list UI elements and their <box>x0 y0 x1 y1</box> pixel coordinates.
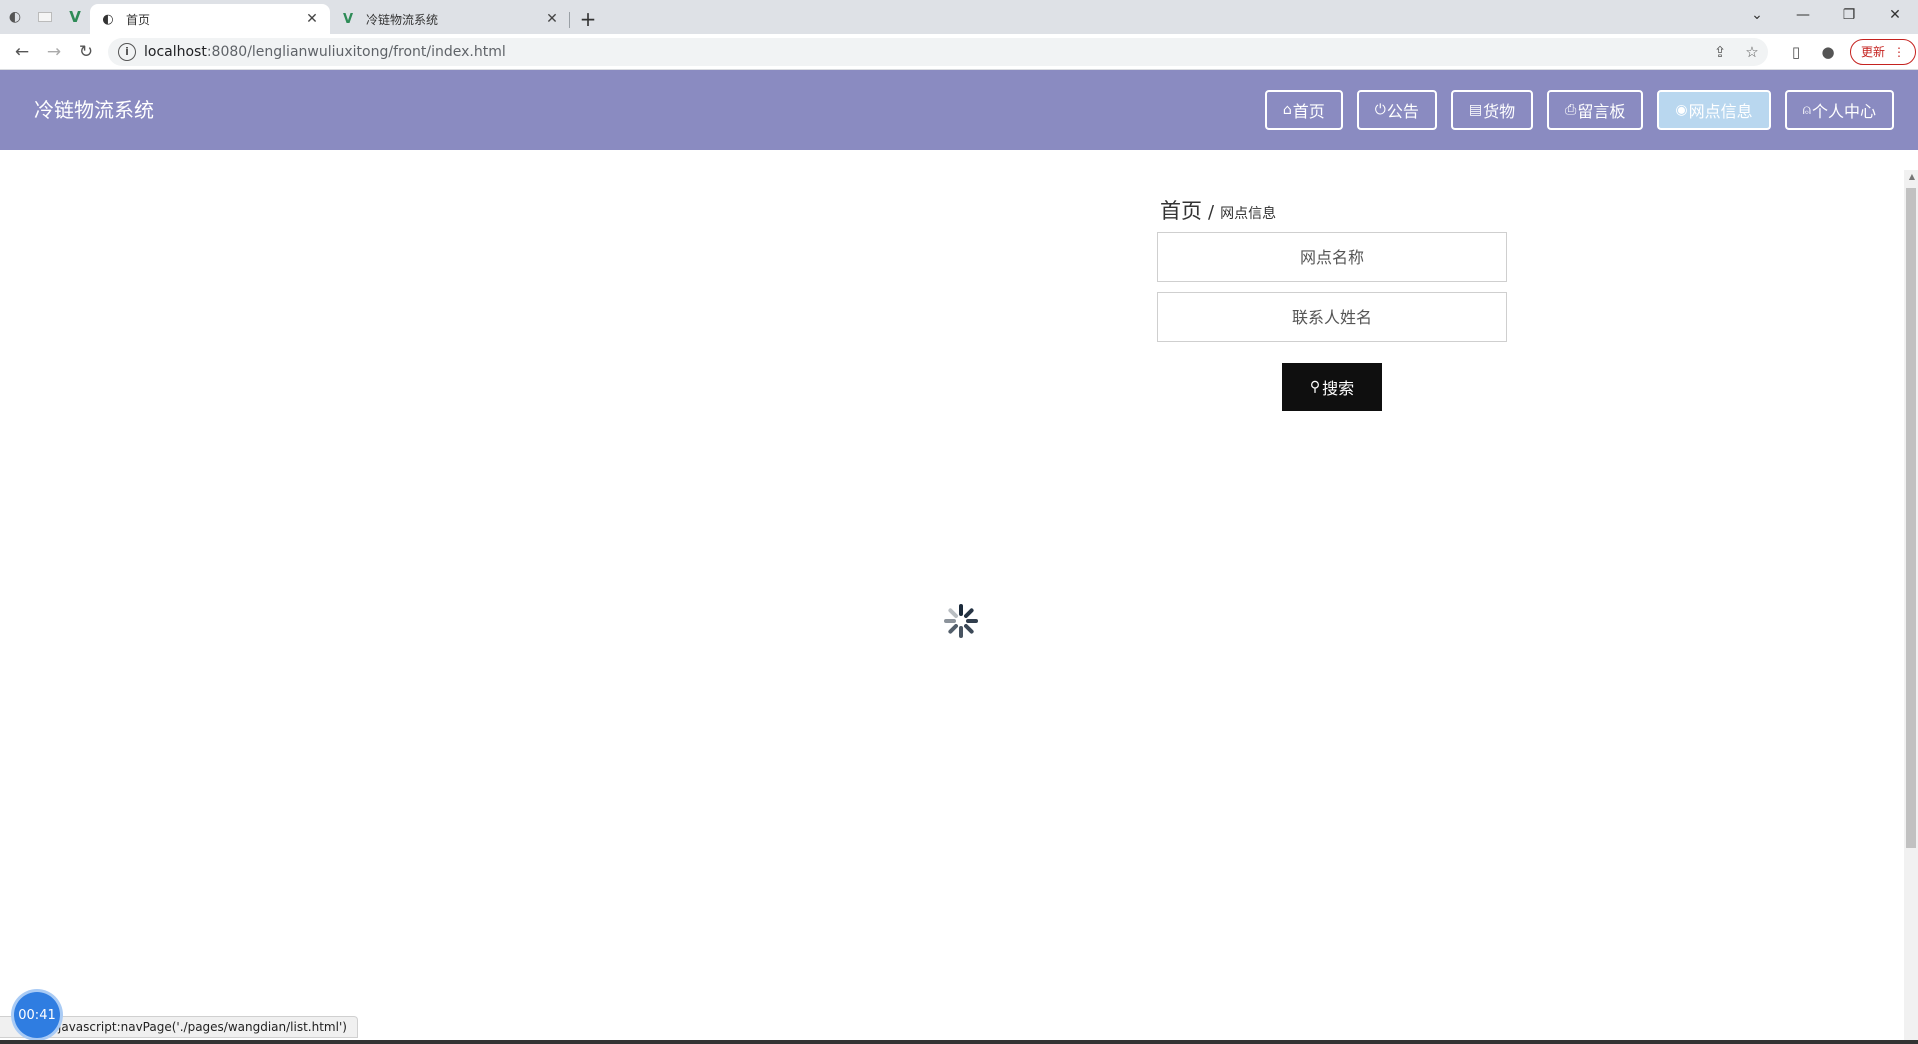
tab-cold-chain[interactable]: V 冷链物流系统 ✕ <box>330 4 570 34</box>
update-button[interactable]: 更新 ⋮ <box>1850 38 1917 65</box>
timer-text: 00:41 <box>18 1007 56 1023</box>
tab-home[interactable]: ◐ 首页 ✕ <box>90 4 330 34</box>
update-label: 更新 <box>1861 45 1886 59</box>
url-bar[interactable]: i localhost:8080/lenglianwuliuxitong/fro… <box>108 37 1768 66</box>
back-button[interactable]: ← <box>6 36 38 68</box>
globe-icon: ◐ <box>8 9 22 25</box>
breadcrumb-home-link[interactable]: 首页 <box>1160 195 1202 225</box>
site-header: 冷链物流系统 ⌂ 首页 ⏻ 公告 ▤ 货物 ⎙ 留言板 ◉ 网点信息 ⍝ 个人中… <box>0 70 1918 150</box>
close-window-icon[interactable]: ✕ <box>1872 0 1918 30</box>
home-icon: ⌂ <box>1282 102 1292 118</box>
close-icon[interactable]: ✕ <box>544 11 560 27</box>
nav-label: 货物 <box>1483 102 1516 121</box>
loading-spinner-icon <box>944 604 978 638</box>
browser-tab-strip: ◐ V ◐ 首页 ✕ V 冷链物流系统 ✕ + ⌄ — ❐ ✕ <box>0 0 1918 34</box>
vue-logo-icon: V <box>69 8 81 26</box>
arrow-left-icon: ← <box>14 41 30 62</box>
taskbar-edge <box>0 1040 1918 1044</box>
main-nav: ⌂ 首页 ⏻ 公告 ▤ 货物 ⎙ 留言板 ◉ 网点信息 ⍝ 个人中心 <box>1264 90 1894 130</box>
reload-icon: ↻ <box>78 41 94 62</box>
share-icon[interactable]: ⇪ <box>1704 43 1736 61</box>
user-icon: ⍝ <box>1802 102 1811 118</box>
nav-home-button[interactable]: ⌂ 首页 <box>1264 90 1343 130</box>
vue-logo-icon: V <box>342 11 354 27</box>
search-button[interactable]: ⚲ 搜索 <box>1282 363 1382 411</box>
pinned-tab-blank[interactable] <box>30 0 60 34</box>
profile-avatar-icon[interactable]: ● <box>1812 43 1844 61</box>
nav-message-board-button[interactable]: ⎙ 留言板 <box>1547 90 1644 130</box>
recording-timer-badge[interactable]: 00:41 <box>14 992 60 1038</box>
search-icon: ⚲ <box>1309 379 1321 395</box>
globe-icon: ◉ <box>1675 102 1688 118</box>
omnibox-actions: ⇪ ☆ <box>1704 43 1768 61</box>
status-link-text: javascript:navPage('./pages/wangdian/lis… <box>58 1020 347 1034</box>
printer-icon: ⎙ <box>1565 102 1577 118</box>
window-controls: ⌄ — ❐ ✕ <box>1734 0 1918 30</box>
close-icon[interactable]: ✕ <box>304 11 320 27</box>
reload-button[interactable]: ↻ <box>70 36 102 68</box>
address-bar-row: ← → ↻ i localhost:8080/lenglianwuliuxito… <box>0 34 1918 70</box>
nav-goods-button[interactable]: ▤ 货物 <box>1450 90 1534 130</box>
breadcrumb: 首页 / 网点信息 <box>1160 195 1276 225</box>
scroll-up-arrow-icon[interactable]: ▲ <box>1909 172 1915 181</box>
info-icon[interactable]: i <box>118 42 136 61</box>
url-path: :8080/lenglianwuliuxitong/front/index.ht… <box>206 43 506 60</box>
pinned-tab-globe[interactable]: ◐ <box>0 0 30 34</box>
minimize-icon[interactable]: — <box>1780 0 1826 30</box>
tab-search-icon[interactable]: ⌄ <box>1734 0 1780 30</box>
site-title: 冷链物流系统 <box>34 98 154 122</box>
power-icon: ⏻ <box>1374 102 1386 118</box>
nav-label: 留言板 <box>1577 102 1626 121</box>
forward-button[interactable]: → <box>38 36 70 68</box>
nav-profile-button[interactable]: ⍝ 个人中心 <box>1784 90 1894 130</box>
new-tab-button[interactable]: + <box>570 4 606 34</box>
pinned-tab-vue[interactable]: V <box>60 0 90 34</box>
tab-title: 冷链物流系统 <box>366 12 439 27</box>
nav-label: 个人中心 <box>1811 102 1876 121</box>
contact-name-input[interactable] <box>1157 292 1507 342</box>
nav-label: 首页 <box>1292 102 1325 121</box>
nav-notice-button[interactable]: ⏻ 公告 <box>1356 90 1437 130</box>
calendar-icon: ▤ <box>1468 102 1483 118</box>
arrow-right-icon: → <box>46 41 62 62</box>
outlet-name-input[interactable] <box>1157 232 1507 282</box>
breadcrumb-separator: / <box>1208 202 1215 223</box>
nav-label: 公告 <box>1386 102 1419 121</box>
tab-title: 首页 <box>126 12 151 27</box>
blank-page-icon <box>38 12 52 22</box>
nav-outlet-info-button[interactable]: ◉ 网点信息 <box>1657 90 1771 130</box>
url-host: localhost <box>144 43 207 60</box>
scrollbar-thumb[interactable] <box>1906 188 1916 848</box>
star-icon[interactable]: ☆ <box>1736 43 1768 61</box>
restore-icon[interactable]: ❐ <box>1826 0 1872 30</box>
nav-label: 网点信息 <box>1688 102 1753 121</box>
globe-icon: ◐ <box>102 11 114 27</box>
breadcrumb-current: 网点信息 <box>1220 206 1277 222</box>
sidepanel-icon[interactable]: ▯ <box>1780 43 1812 61</box>
more-vert-icon: ⋮ <box>1893 44 1906 59</box>
search-button-label: 搜索 <box>1322 379 1355 398</box>
